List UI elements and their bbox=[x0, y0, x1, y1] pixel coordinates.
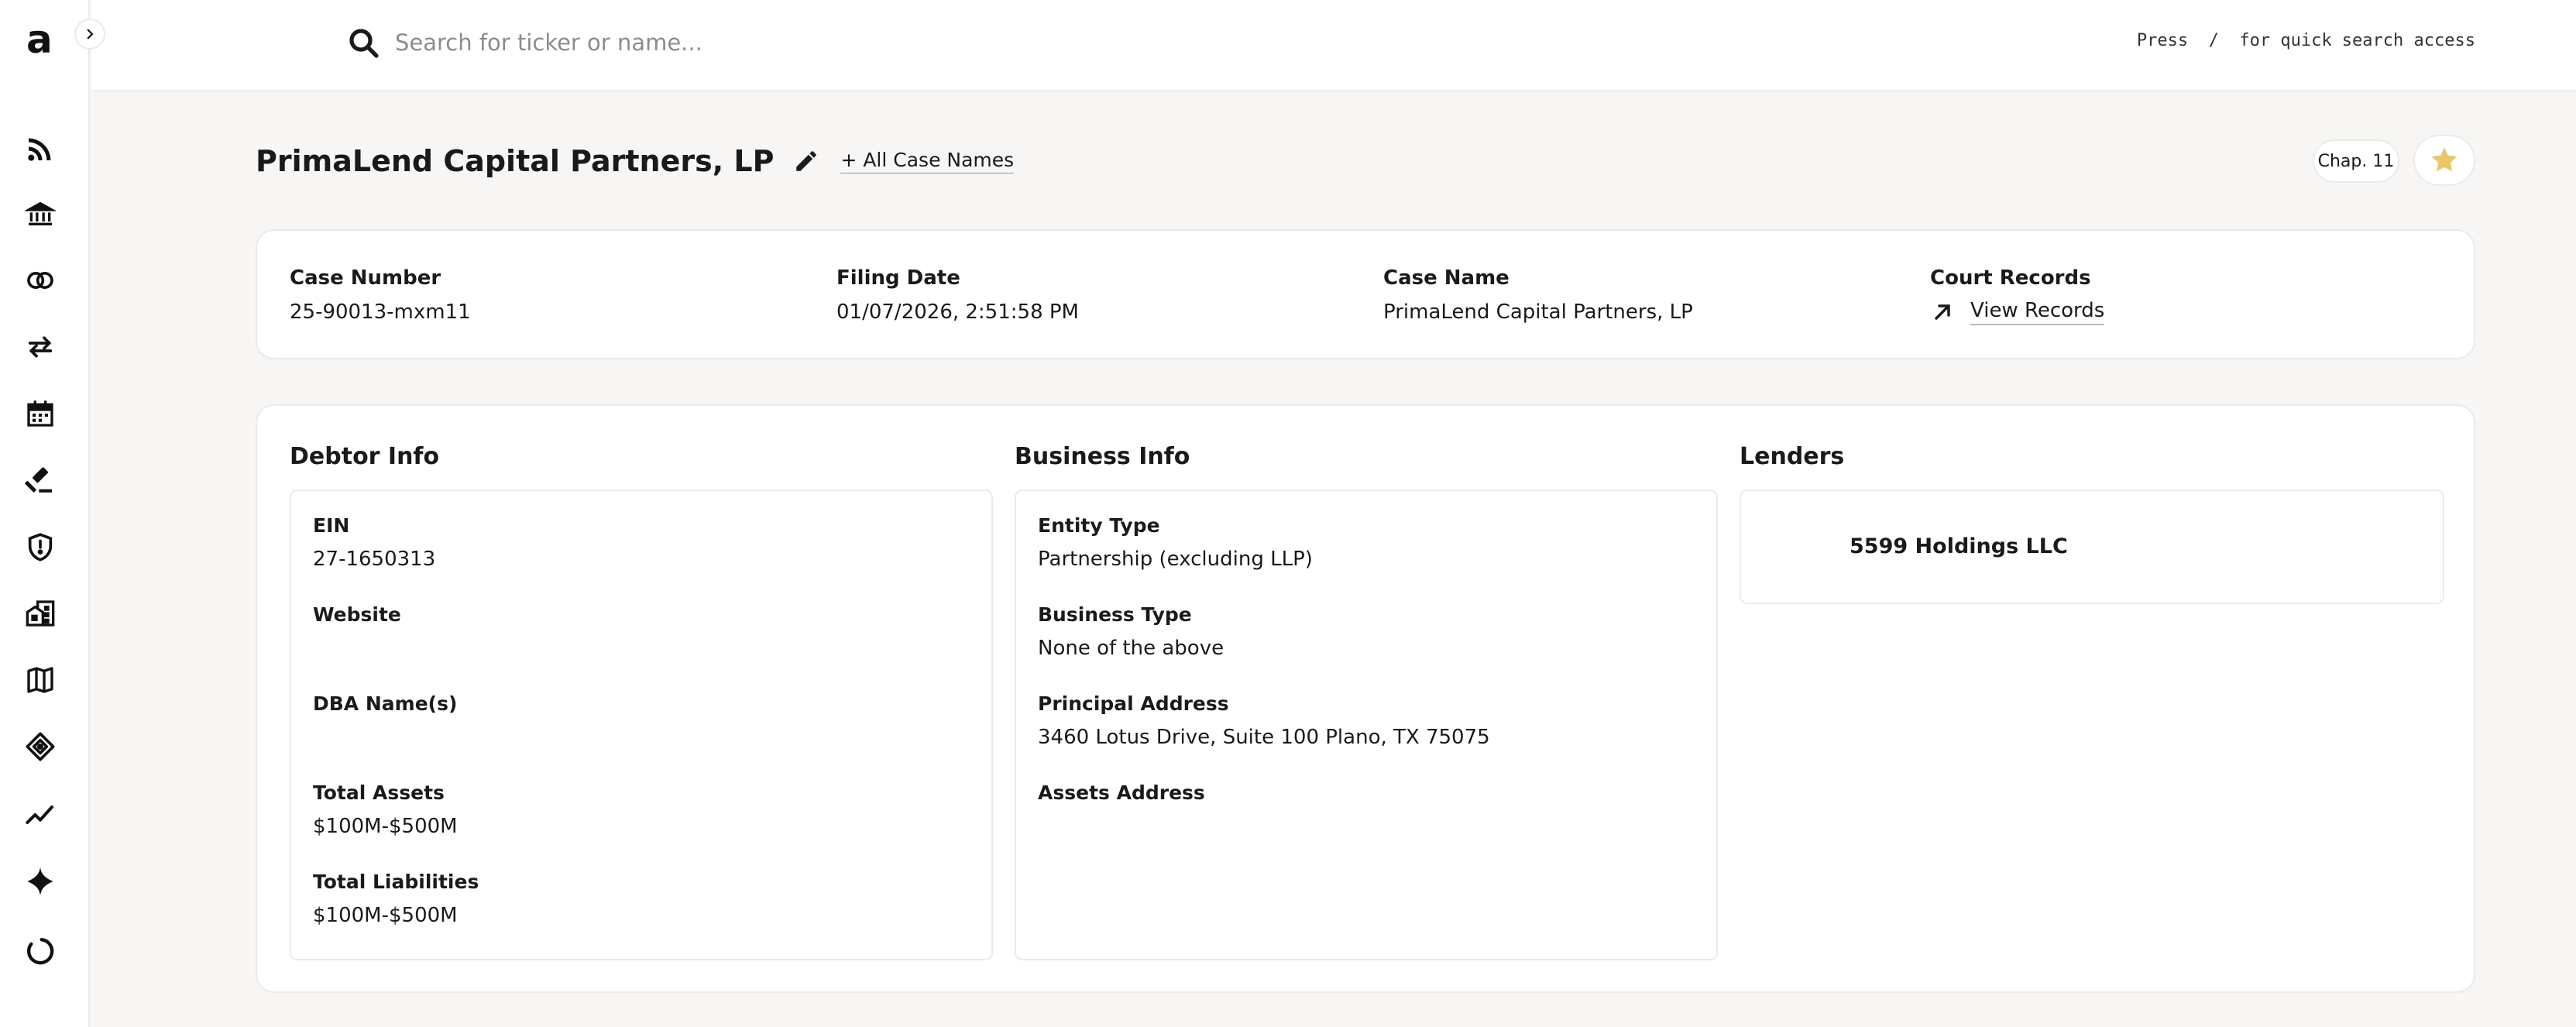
buildings-icon[interactable] bbox=[23, 596, 57, 630]
ein-label: EIN bbox=[313, 514, 350, 537]
website-field: Website bbox=[313, 603, 401, 661]
assets-address-field: Assets Address bbox=[1038, 781, 1205, 840]
case-number-label: Case Number bbox=[290, 266, 441, 290]
chevron-right-icon bbox=[87, 29, 94, 40]
case-name-value: PrimaLend Capital Partners, LP bbox=[1383, 301, 1693, 324]
transfer-arrows-icon[interactable] bbox=[23, 330, 57, 364]
dba-value bbox=[313, 726, 457, 750]
debtor-info-panel: EIN 27-1650313 Website DBA Name(s) Total… bbox=[290, 489, 993, 960]
shield-icon[interactable] bbox=[23, 530, 57, 564]
sidebar: a bbox=[0, 0, 90, 1027]
entity-type-value: Partnership (excluding LLP) bbox=[1038, 548, 1313, 571]
court-records-label: Court Records bbox=[1930, 266, 2091, 290]
website-value bbox=[313, 637, 401, 661]
total-liabilities-field: Total Liabilities $100M-$500M bbox=[313, 871, 479, 929]
entity-type-field: Entity Type Partnership (excluding LLP) bbox=[1038, 514, 1313, 572]
filing-date-item: Filing Date 01/07/2026, 2:51:58 PM bbox=[836, 266, 1079, 324]
case-name-item: Case Name PrimaLend Capital Partners, LP bbox=[1383, 266, 1693, 324]
dba-label: DBA Name(s) bbox=[313, 692, 458, 715]
debtor-info-title: Debtor Info bbox=[290, 443, 440, 470]
business-type-field: Business Type None of the above bbox=[1038, 603, 1224, 661]
all-case-names-link[interactable]: + All Case Names bbox=[840, 149, 1015, 173]
calendar-icon[interactable] bbox=[23, 397, 57, 431]
page-title: PrimaLend Capital Partners, LP bbox=[256, 144, 775, 178]
sparkle-icon[interactable] bbox=[23, 864, 57, 898]
assets-address-label: Assets Address bbox=[1038, 781, 1205, 804]
case-number-item: Case Number 25-90013-mxm11 bbox=[290, 266, 471, 324]
case-number-value: 25-90013-mxm11 bbox=[290, 301, 471, 324]
dba-field: DBA Name(s) bbox=[313, 692, 457, 750]
rings-icon[interactable] bbox=[23, 263, 57, 297]
case-name-label: Case Name bbox=[1383, 266, 1510, 290]
gavel-icon[interactable] bbox=[23, 463, 57, 497]
business-info-panel: Entity Type Partnership (excluding LLP) … bbox=[1015, 489, 1718, 960]
total-liabilities-value: $100M-$500M bbox=[313, 904, 458, 927]
search-icon[interactable] bbox=[345, 25, 383, 62]
entity-type-label: Entity Type bbox=[1038, 514, 1160, 537]
trend-line-icon[interactable] bbox=[23, 798, 57, 832]
star-icon bbox=[2431, 147, 2458, 172]
business-type-label: Business Type bbox=[1038, 603, 1192, 626]
edit-pencil-icon[interactable] bbox=[789, 144, 823, 178]
chapter-badge: Chap. 11 bbox=[2313, 139, 2399, 183]
ein-value: 27-1650313 bbox=[313, 548, 436, 571]
total-liabilities-label: Total Liabilities bbox=[313, 871, 479, 893]
total-assets-field: Total Assets $100M-$500M bbox=[313, 781, 458, 840]
app-logo[interactable]: a bbox=[26, 17, 53, 62]
quick-search-hint: Press / for quick search access bbox=[2136, 31, 2475, 50]
website-label: Website bbox=[313, 603, 401, 626]
business-info-title: Business Info bbox=[1015, 443, 1190, 470]
business-type-value: None of the above bbox=[1038, 637, 1224, 660]
total-assets-value: $100M-$500M bbox=[313, 815, 458, 838]
filing-date-value: 01/07/2026, 2:51:58 PM bbox=[836, 301, 1079, 324]
principal-address-value: 3460 Lotus Drive, Suite 100 Plano, TX 75… bbox=[1038, 726, 1490, 749]
lenders-panel: 5599 Holdings LLC bbox=[1740, 489, 2444, 604]
bank-icon[interactable] bbox=[23, 197, 57, 231]
search-input[interactable] bbox=[395, 23, 1324, 62]
view-records-link[interactable]: View Records bbox=[1970, 299, 2105, 325]
filing-date-label: Filing Date bbox=[836, 266, 960, 290]
lenders-title: Lenders bbox=[1740, 443, 1845, 470]
progress-ring-icon[interactable] bbox=[23, 934, 57, 968]
rss-icon[interactable] bbox=[23, 132, 57, 166]
court-records-item: Court Records View Records bbox=[1930, 266, 2105, 325]
case-header: PrimaLend Capital Partners, LP + All Cas… bbox=[256, 139, 1015, 183]
case-summary-card: Case Number 25-90013-mxm11 Filing Date 0… bbox=[256, 229, 2475, 359]
principal-address-field: Principal Address 3460 Lotus Drive, Suit… bbox=[1038, 692, 1490, 750]
ein-field: EIN 27-1650313 bbox=[313, 514, 435, 572]
favorite-star-button[interactable] bbox=[2413, 135, 2475, 186]
lender-item[interactable]: 5599 Holdings LLC bbox=[1850, 534, 2068, 558]
expand-sidebar-button[interactable] bbox=[74, 19, 105, 50]
view-records-row: View Records bbox=[1930, 299, 2105, 325]
tag-icon[interactable] bbox=[23, 730, 57, 764]
case-info-card: Debtor Info Business Info Lenders EIN 27… bbox=[256, 404, 2475, 993]
top-search-bar: Press / for quick search access bbox=[91, 0, 2576, 91]
arrow-up-right-icon bbox=[1935, 304, 1950, 320]
map-icon[interactable] bbox=[23, 663, 57, 697]
assets-address-value bbox=[1038, 815, 1205, 840]
total-assets-label: Total Assets bbox=[313, 781, 445, 804]
principal-address-label: Principal Address bbox=[1038, 692, 1229, 715]
